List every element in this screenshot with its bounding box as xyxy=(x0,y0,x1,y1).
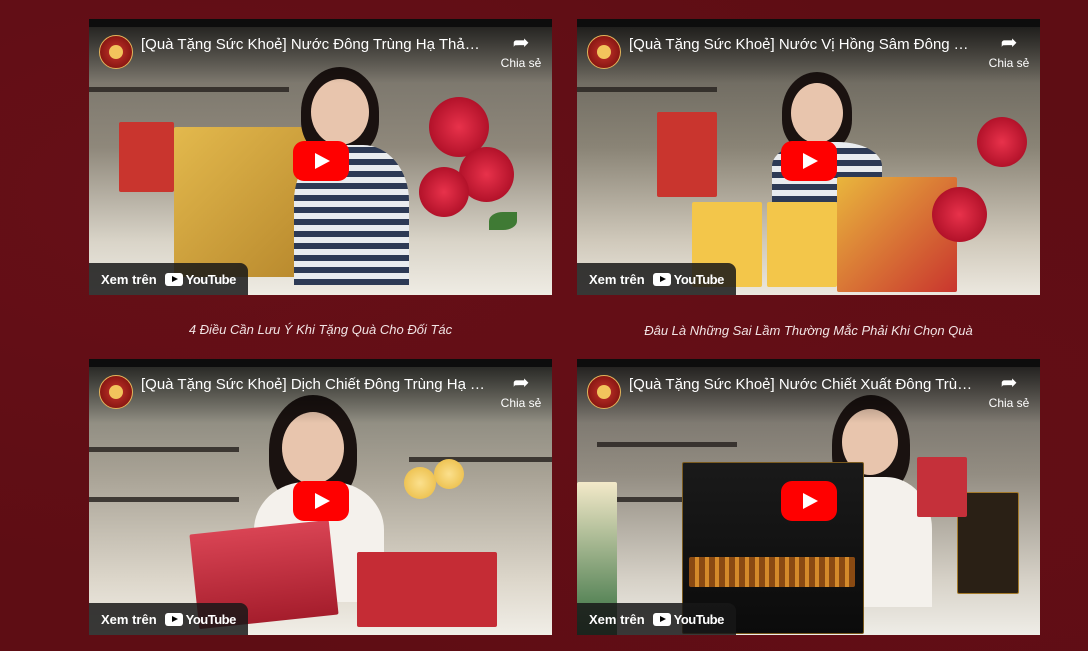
share-button[interactable]: ➦ Chia sẻ xyxy=(988,33,1030,70)
share-button[interactable]: ➦ Chia sẻ xyxy=(500,373,542,410)
share-arrow-icon: ➦ xyxy=(1000,32,1018,54)
watch-on-youtube-button[interactable]: Xem trên YouTube xyxy=(89,263,248,295)
video-caption-1: 4 Điều Cần Lưu Ý Khi Tặng Quà Cho Đối Tá… xyxy=(188,322,453,337)
share-button[interactable]: ➦ Chia sẻ xyxy=(500,33,542,70)
flower xyxy=(434,459,464,489)
youtube-logo: YouTube xyxy=(164,271,237,287)
flower xyxy=(419,167,469,217)
flower xyxy=(404,467,436,499)
watch-label: Xem trên xyxy=(101,611,157,627)
watch-on-youtube-button[interactable]: Xem trên YouTube xyxy=(577,603,736,635)
youtube-logo: YouTube xyxy=(652,611,725,627)
channel-avatar[interactable] xyxy=(99,375,133,409)
face xyxy=(311,79,369,145)
video-title[interactable]: [Quà Tặng Sức Khoẻ] Nước Vị Hồng Sâm Đôn… xyxy=(629,36,974,53)
shelf xyxy=(597,442,737,447)
youtube-play-icon xyxy=(164,272,183,286)
product-box xyxy=(357,552,497,627)
video-embed-4[interactable]: [Quà Tặng Sức Khoẻ] Nước Chiết Xuất Đông… xyxy=(577,359,1040,635)
face xyxy=(791,83,843,143)
watch-label: Xem trên xyxy=(589,611,645,627)
leaf xyxy=(489,212,517,230)
product-box xyxy=(767,202,837,287)
youtube-logo: YouTube xyxy=(652,271,725,287)
product-box xyxy=(917,457,967,517)
watch-label: Xem trên xyxy=(589,271,645,287)
share-label: Chia sẻ xyxy=(988,396,1030,410)
shelf xyxy=(89,497,239,502)
share-label: Chia sẻ xyxy=(500,56,542,70)
share-button[interactable]: ➦ Chia sẻ xyxy=(988,373,1030,410)
flower xyxy=(932,187,987,242)
watch-label: Xem trên xyxy=(101,271,157,287)
youtube-wordmark: YouTube xyxy=(673,611,725,627)
shelf xyxy=(577,87,717,92)
watch-on-youtube-button[interactable]: Xem trên YouTube xyxy=(89,603,248,635)
video-title[interactable]: [Quà Tặng Sức Khoẻ] Nước Đông Trùng Hạ T… xyxy=(141,36,486,53)
youtube-play-icon xyxy=(652,612,671,626)
youtube-wordmark: YouTube xyxy=(673,271,725,287)
video-embed-3[interactable]: [Quà Tặng Sức Khoẻ] Dịch Chiết Đông Trùn… xyxy=(89,359,552,635)
video-embed-1[interactable]: [Quà Tặng Sức Khoẻ] Nước Đông Trùng Hạ T… xyxy=(89,19,552,295)
shelf xyxy=(89,87,289,92)
share-label: Chia sẻ xyxy=(988,56,1030,70)
shelf xyxy=(89,447,239,452)
youtube-wordmark: YouTube xyxy=(185,611,237,627)
video-title[interactable]: [Quà Tặng Sức Khoẻ] Dịch Chiết Đông Trùn… xyxy=(141,376,486,393)
bottle-row xyxy=(689,557,855,587)
play-button[interactable] xyxy=(780,141,837,181)
product-box xyxy=(119,122,174,192)
youtube-logo: YouTube xyxy=(164,611,237,627)
play-button[interactable] xyxy=(292,481,349,521)
channel-avatar[interactable] xyxy=(587,35,621,69)
video-embed-2[interactable]: [Quà Tặng Sức Khoẻ] Nước Vị Hồng Sâm Đôn… xyxy=(577,19,1040,295)
channel-avatar[interactable] xyxy=(99,35,133,69)
video-caption-2: Đâu Là Những Sai Lầm Thường Mắc Phải Khi… xyxy=(644,323,973,338)
product-box xyxy=(657,112,717,197)
share-arrow-icon: ➦ xyxy=(512,372,530,394)
watch-on-youtube-button[interactable]: Xem trên YouTube xyxy=(577,263,736,295)
play-button[interactable] xyxy=(292,141,349,181)
youtube-play-icon xyxy=(164,612,183,626)
share-arrow-icon: ➦ xyxy=(512,32,530,54)
youtube-wordmark: YouTube xyxy=(185,271,237,287)
flower xyxy=(977,117,1027,167)
share-arrow-icon: ➦ xyxy=(1000,372,1018,394)
shelf xyxy=(409,457,552,462)
youtube-play-icon xyxy=(652,272,671,286)
channel-avatar[interactable] xyxy=(587,375,621,409)
play-button[interactable] xyxy=(780,481,837,521)
share-label: Chia sẻ xyxy=(500,396,542,410)
video-title[interactable]: [Quà Tặng Sức Khoẻ] Nước Chiết Xuất Đông… xyxy=(629,376,974,393)
